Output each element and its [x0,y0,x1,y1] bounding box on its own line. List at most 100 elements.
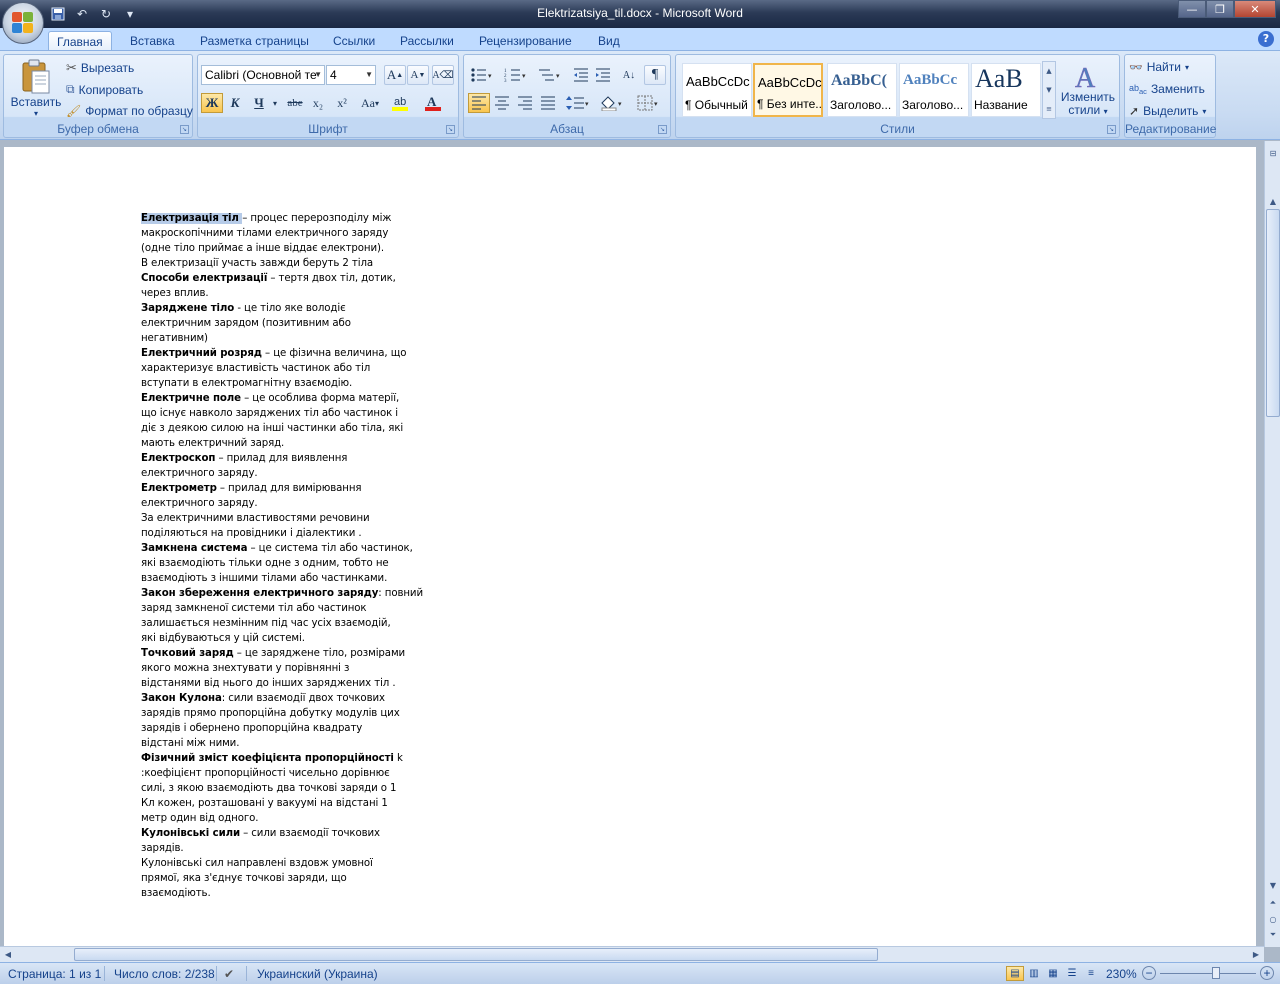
bold-button[interactable]: Ж [201,93,223,113]
tab-review[interactable]: Рецензирование [471,31,580,51]
document-line[interactable]: макроскопічними тілами електричного заря… [141,226,413,241]
scroll-right-icon[interactable]: ▶ [1248,947,1264,962]
document-line[interactable]: Точковий заряд – це заряджене тіло, розм… [141,646,413,661]
align-right-icon[interactable] [514,93,536,113]
decrease-indent-icon[interactable] [570,65,592,85]
shrink-font-button[interactable]: A ▼ [407,65,429,85]
tab-references[interactable]: Ссылки [325,31,383,51]
help-icon[interactable]: ? [1258,31,1274,47]
tab-mailings[interactable]: Рассылки [392,31,462,51]
document-line[interactable]: Електричний розряд – це фізична величина… [141,346,413,361]
next-page-icon[interactable]: ⏷ [1266,927,1280,943]
format-painter-button[interactable]: 🖌 Формат по образцу [66,104,193,118]
browse-object-icon[interactable]: ○ [1266,911,1280,927]
language-indicator[interactable]: Украинский (Украина) [257,967,378,981]
document-line[interactable]: відстанями від нього до інших заряджених… [141,676,413,691]
document-line[interactable]: Кл кожен, розташовані у вакуумі на відст… [141,796,413,811]
scroll-left-icon[interactable]: ◀ [0,947,16,962]
select-button[interactable]: ➚ Выделить ▾ [1129,104,1206,118]
document-line[interactable]: В електризації участь завжди беруть 2 ті… [141,256,413,271]
zoom-slider-track[interactable] [1160,973,1256,974]
document-page[interactable]: Електризація тіл – процес перерозподілу … [4,147,1256,947]
zoom-in-icon[interactable]: + [1260,966,1274,980]
paste-button[interactable]: Вставить ▾ [8,59,64,118]
document-line[interactable]: зарядів і обернено пропорційна квадрату [141,721,413,736]
chevron-down-icon[interactable]: ▼ [1043,81,1055,100]
strikethrough-button[interactable]: abe [284,93,306,113]
document-line[interactable]: прямої, яка з'єднує точкові заряди, що [141,871,413,886]
vertical-scrollbar[interactable]: ⊟ ▲ ▼ ⏶ ○ ⏷ [1264,141,1280,947]
subscript-button[interactable]: x₂ [307,93,329,113]
copy-button[interactable]: ⧉ Копировать [66,82,143,97]
style-heading-2[interactable]: AaBbCc Заголово... [899,63,969,117]
document-line[interactable]: Закон Кулона: сили взаємодії двох точков… [141,691,413,706]
word-count[interactable]: Число слов: 2/238 [114,967,215,981]
sort-icon[interactable]: A↓ [618,65,640,85]
document-line[interactable]: Фізичний зміст коефіцієнта пропорційност… [141,751,413,766]
document-line[interactable]: мають електричний заряд. [141,436,413,451]
font-launcher-icon[interactable]: ↘ [446,125,455,134]
document-body[interactable]: Електризація тіл – процес перерозподілу … [141,211,423,901]
document-line[interactable]: які відбуваються у цій системі. [141,631,413,646]
document-line[interactable]: Кулонівські сил направлені вздовж умовно… [141,856,413,871]
line-spacing-icon[interactable]: ▾ [564,93,592,113]
document-line[interactable]: Електричне поле – це особлива форма мате… [141,391,413,406]
document-line[interactable]: Закон збереження електричного заряду: по… [141,586,423,601]
document-line[interactable]: які взаємодіють тільки одне з одним, тоб… [141,556,413,571]
document-line[interactable]: Електризація тіл – процес перерозподілу … [141,211,413,226]
document-line[interactable]: Заряджене тіло - це тіло яке володіє [141,301,413,316]
minimize-button[interactable]: — [1178,0,1206,18]
document-line[interactable]: негативним) [141,331,413,346]
font-color-icon[interactable]: A [422,93,444,113]
document-line[interactable]: електричного заряду. [141,496,413,511]
font-name-combo[interactable]: Calibri (Основной те ▼ [201,65,325,85]
borders-icon[interactable]: ▾ [634,93,664,113]
document-area[interactable]: Електризація тіл – процес перерозподілу … [0,141,1264,947]
web-layout-icon[interactable]: ▦ [1044,966,1062,981]
document-line[interactable]: взаємодіють з іншими тілами або частинка… [141,571,413,586]
document-line[interactable]: поділяються на провідники і діалектики . [141,526,413,541]
document-line[interactable]: що існує навколо заряджених тіл або част… [141,406,413,421]
horizontal-scroll-thumb[interactable] [74,948,878,961]
page-count[interactable]: Страница: 1 из 1 [8,967,101,981]
change-styles-button[interactable]: A Изменить стили ▾ [1058,61,1118,118]
document-line[interactable]: зарядів. [141,841,413,856]
document-line[interactable]: зарядів прямо пропорційна добутку модулі… [141,706,413,721]
zoom-level[interactable]: 230% [1106,967,1137,981]
change-case-button[interactable]: Aa ▾ [356,93,384,113]
style-no-spacing[interactable]: AaBbCcDc ¶ Без инте... [753,63,823,117]
previous-page-icon[interactable]: ⏶ [1266,895,1280,911]
style-title[interactable]: AaB Название [971,63,1041,117]
tab-page-layout[interactable]: Разметка страницы [192,31,317,51]
document-line[interactable]: характеризує властивість частинок або ті… [141,361,413,376]
draft-icon[interactable]: ≡ [1082,966,1100,981]
shading-icon[interactable]: ▾ [598,93,628,113]
zoom-out-icon[interactable]: − [1142,966,1156,980]
superscript-button[interactable]: x² [331,93,353,113]
align-center-icon[interactable] [491,93,513,113]
styles-launcher-icon[interactable]: ↘ [1107,125,1116,134]
document-line[interactable]: заряд замкненої системи тіл або частинок [141,601,413,616]
scroll-down-icon[interactable]: ▼ [1266,877,1280,893]
font-size-combo[interactable]: 4 ▼ [326,65,376,85]
tab-home[interactable]: Главная [48,31,112,51]
close-button[interactable]: ✕ [1234,0,1276,18]
style-heading-1[interactable]: AaBbC( Заголово... [827,63,897,117]
ruler-toggle-icon[interactable]: ⊟ [1266,145,1280,161]
restore-button[interactable]: ❐ [1206,0,1234,18]
document-line[interactable]: :коефіцієнт пропорційності чисельно дорі… [141,766,413,781]
replace-button[interactable]: abac Заменить [1129,82,1205,96]
underline-dropdown-icon[interactable]: ▾ [264,93,286,113]
tab-view[interactable]: Вид [590,31,628,51]
scroll-up-icon[interactable]: ▲ [1266,193,1280,209]
numbering-icon[interactable]: 1 2 3 ▾ [502,65,530,85]
document-line[interactable]: Електрометр – прилад для вимірювання [141,481,413,496]
cut-button[interactable]: ✂ Вырезать [66,60,134,76]
tab-insert[interactable]: Вставка [122,31,183,51]
highlight-icon[interactable]: ab [390,93,412,113]
office-button[interactable] [2,2,44,44]
horizontal-scrollbar[interactable]: ◀ ▶ [0,946,1264,962]
justify-icon[interactable] [537,93,559,113]
multilevel-list-icon[interactable]: ▾ [536,65,564,85]
italic-button[interactable]: К [224,93,246,113]
